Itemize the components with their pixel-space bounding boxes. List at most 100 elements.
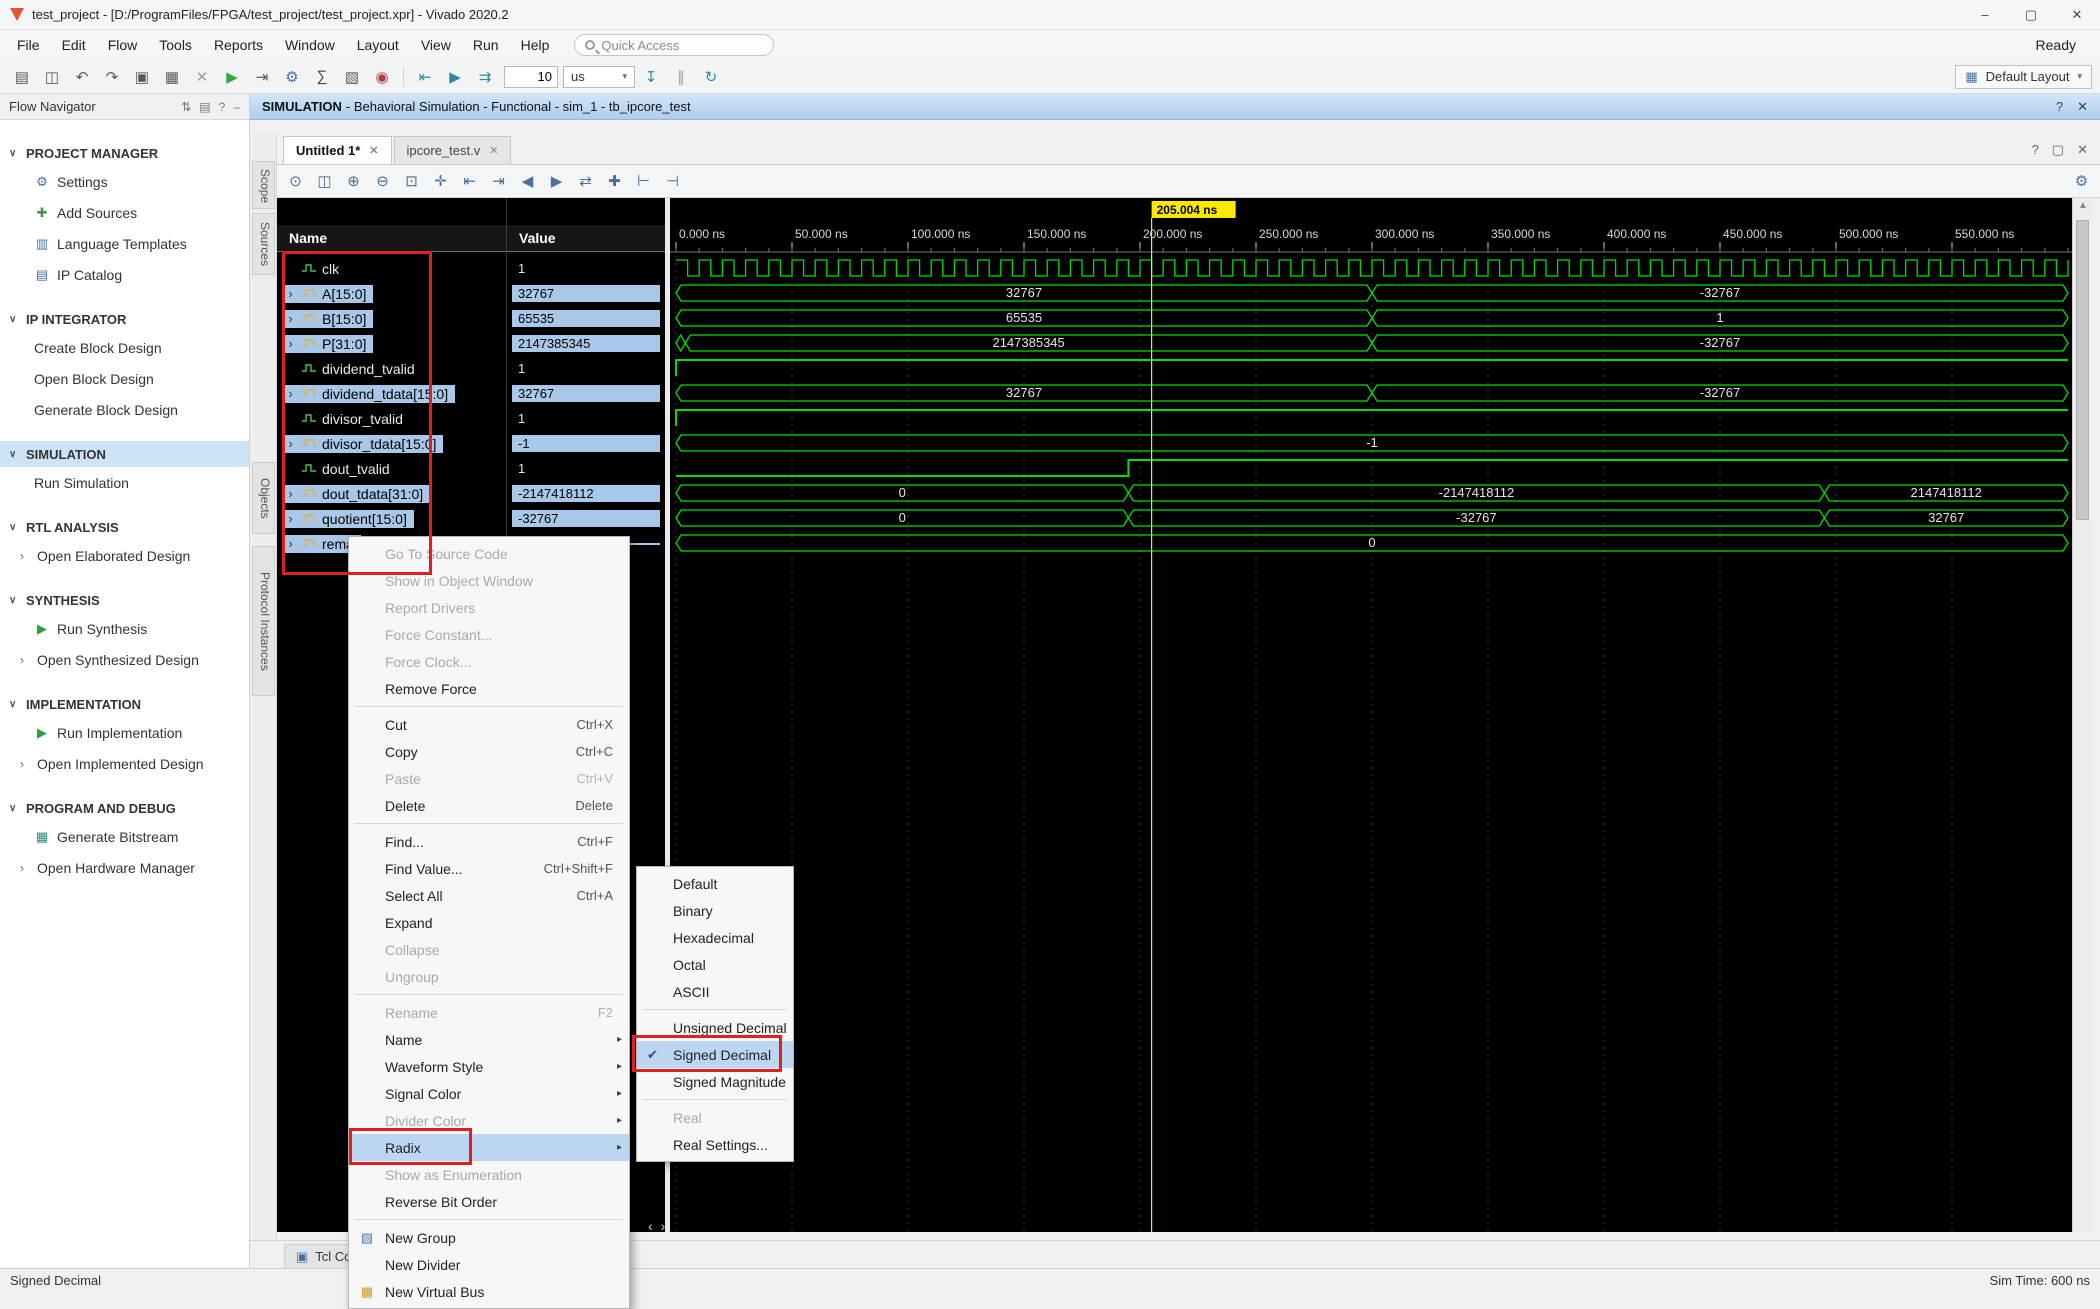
swap-cursors-icon[interactable]: ⇄ (572, 169, 599, 194)
next-transition-icon[interactable]: ▶ (543, 169, 570, 194)
menu-item-new-divider[interactable]: New Divider (349, 1251, 629, 1278)
undo-icon[interactable]: ↶ (68, 64, 96, 90)
signal-row-dividend-tvalid[interactable]: dividend_tvalid (277, 356, 506, 381)
menu-run[interactable]: Run (462, 30, 510, 60)
tab-ipcore-test-v[interactable]: ipcore_test.v✕ (394, 136, 512, 164)
find-icon[interactable]: ⊙ (282, 169, 309, 194)
signal-row-dout-tdata-31-0[interactable]: ›dout_tdata[31:0] (277, 481, 506, 506)
open-icon[interactable]: ▤ (8, 64, 36, 90)
flow-section-header-implementation[interactable]: ∨IMPLEMENTATION (0, 691, 249, 717)
menu-flow[interactable]: Flow (97, 30, 149, 60)
float-icon[interactable]: ▢ (2052, 142, 2064, 158)
help-icon[interactable]: ? (2032, 142, 2039, 158)
flow-section-header-synthesis[interactable]: ∨SYNTHESIS (0, 587, 249, 613)
relaunch-icon[interactable]: ↻ (697, 64, 725, 90)
snap-left-icon[interactable]: ⊢ (630, 169, 657, 194)
menu-help[interactable]: Help (510, 30, 561, 60)
signal-row-p-31-0[interactable]: ›P[31:0] (277, 331, 506, 356)
expander-icon[interactable]: › (285, 511, 296, 526)
menu-item-ascii[interactable]: ASCII (637, 978, 793, 1005)
expander-icon[interactable]: › (285, 311, 296, 326)
flow-item-open-block-design[interactable]: Open Block Design (0, 363, 249, 394)
menu-item-real-settings[interactable]: Real Settings... (637, 1131, 793, 1158)
menu-item-radix[interactable]: Radix▸ (349, 1134, 629, 1161)
settings-icon[interactable]: ⚙ (278, 64, 306, 90)
scroll-left-icon[interactable]: ‹ (648, 1218, 653, 1234)
wave-settings-icon[interactable]: ⚙ (2068, 169, 2095, 194)
zoom-fit-icon[interactable]: ⊡ (398, 169, 425, 194)
signal-row-clk[interactable]: clk (277, 256, 506, 281)
sim-time-unit-select[interactable]: us ▾ (563, 66, 635, 88)
zoom-to-cursor-icon[interactable]: ✛ (427, 169, 454, 194)
menu-window[interactable]: Window (274, 30, 346, 60)
restart-sim-icon[interactable]: ⇤ (411, 64, 439, 90)
save-icon[interactable]: ◫ (38, 64, 66, 90)
flow-item-open-implemented-design[interactable]: ›Open Implemented Design (0, 748, 249, 779)
scroll-right-icon[interactable]: › (661, 1218, 666, 1234)
menu-item-delete[interactable]: DeleteDelete (349, 792, 629, 819)
signal-value-row[interactable]: -1 (507, 431, 665, 456)
flow-item-ip-catalog[interactable]: ▤IP Catalog (0, 259, 249, 290)
flow-item-run-simulation[interactable]: Run Simulation (0, 467, 249, 498)
wave-hscroll-arrows[interactable]: ‹ › (648, 1218, 665, 1234)
scrollbar-thumb[interactable] (2076, 220, 2089, 520)
wave-canvas[interactable]: 0.000 ns50.000 ns100.000 ns150.000 ns200… (670, 198, 2072, 1232)
delete-icon[interactable]: ✕ (188, 64, 216, 90)
highlight-icon[interactable]: ▧ (338, 64, 366, 90)
menu-item-cut[interactable]: CutCtrl+X (349, 711, 629, 738)
previous-transition-icon[interactable]: ◀ (514, 169, 541, 194)
menu-item-signed-magnitude[interactable]: Signed Magnitude (637, 1068, 793, 1095)
flow-item-add-sources[interactable]: ✚Add Sources (0, 197, 249, 228)
help-icon[interactable]: ? (2056, 99, 2063, 115)
run-all-icon[interactable]: ▶ (441, 64, 469, 90)
copy-icon[interactable]: ▣ (128, 64, 156, 90)
name-column-header[interactable]: Name (277, 225, 506, 252)
close-icon[interactable]: ✕ (489, 144, 498, 157)
expander-icon[interactable]: › (285, 336, 296, 351)
redo-icon[interactable]: ↷ (98, 64, 126, 90)
side-tab-sources[interactable]: Sources (252, 213, 275, 275)
add-marker-icon[interactable]: ✚ (601, 169, 628, 194)
close-icon[interactable]: ✕ (2054, 0, 2100, 29)
flow-item-generate-bitstream[interactable]: ▦Generate Bitstream (0, 821, 249, 852)
sum-icon[interactable]: ∑ (308, 64, 336, 90)
signal-row-b-15-0[interactable]: ›B[15:0] (277, 306, 506, 331)
menu-view[interactable]: View (410, 30, 462, 60)
menu-item-name[interactable]: Name▸ (349, 1026, 629, 1053)
save-waveform-icon[interactable]: ◫ (311, 169, 338, 194)
flow-section-header-ip-integrator[interactable]: ∨IP INTEGRATOR (0, 306, 249, 332)
signal-value-row[interactable]: 65535 (507, 306, 665, 331)
menu-item-default[interactable]: Default (637, 870, 793, 897)
wave-vertical-scrollbar[interactable]: ▲ (2072, 198, 2092, 1232)
expander-icon[interactable]: › (285, 486, 296, 501)
menu-item-signal-color[interactable]: Signal Color▸ (349, 1080, 629, 1107)
side-tab-protocol-instances[interactable]: Protocol Instances (252, 546, 275, 696)
side-tab-scope[interactable]: Scope (252, 161, 275, 209)
zoom-out-icon[interactable]: ⊖ (369, 169, 396, 194)
zoom-in-icon[interactable]: ⊕ (340, 169, 367, 194)
menu-item-signed-decimal[interactable]: ✔Signed Decimal (637, 1041, 793, 1068)
collapse-all-icon[interactable]: ⇅ (181, 100, 191, 114)
side-tab-objects[interactable]: Objects (252, 462, 275, 534)
flow-item-open-elaborated-design[interactable]: ›Open Elaborated Design (0, 540, 249, 571)
snap-right-icon[interactable]: ⊣ (659, 169, 686, 194)
step-sim-icon[interactable]: ↧ (637, 64, 665, 90)
close-icon[interactable]: ✕ (2077, 99, 2088, 115)
flow-section-header-program-and-debug[interactable]: ∨PROGRAM AND DEBUG (0, 795, 249, 821)
signal-value-row[interactable]: -2147418112 (507, 481, 665, 506)
step-over-icon[interactable]: ⇥ (248, 64, 276, 90)
close-icon[interactable]: ✕ (369, 144, 378, 157)
flow-item-settings[interactable]: ⚙Settings (0, 166, 249, 197)
menu-edit[interactable]: Edit (51, 30, 97, 60)
menu-item-find-value[interactable]: Find Value...Ctrl+Shift+F (349, 855, 629, 882)
signal-row-divisor-tdata-15-0[interactable]: ›divisor_tdata[15:0] (277, 431, 506, 456)
signal-value-row[interactable]: 1 (507, 356, 665, 381)
signal-row-quotient-15-0[interactable]: ›quotient[15:0] (277, 506, 506, 531)
menu-item-reverse-bit-order[interactable]: Reverse Bit Order (349, 1188, 629, 1215)
pause-icon[interactable]: ∥ (667, 64, 695, 90)
close-icon[interactable]: ✕ (2077, 142, 2088, 158)
signal-value-row[interactable]: 32767 (507, 381, 665, 406)
paste-icon[interactable]: ▦ (158, 64, 186, 90)
flow-item-open-synthesized-design[interactable]: ›Open Synthesized Design (0, 644, 249, 675)
signal-value-row[interactable]: 1 (507, 406, 665, 431)
